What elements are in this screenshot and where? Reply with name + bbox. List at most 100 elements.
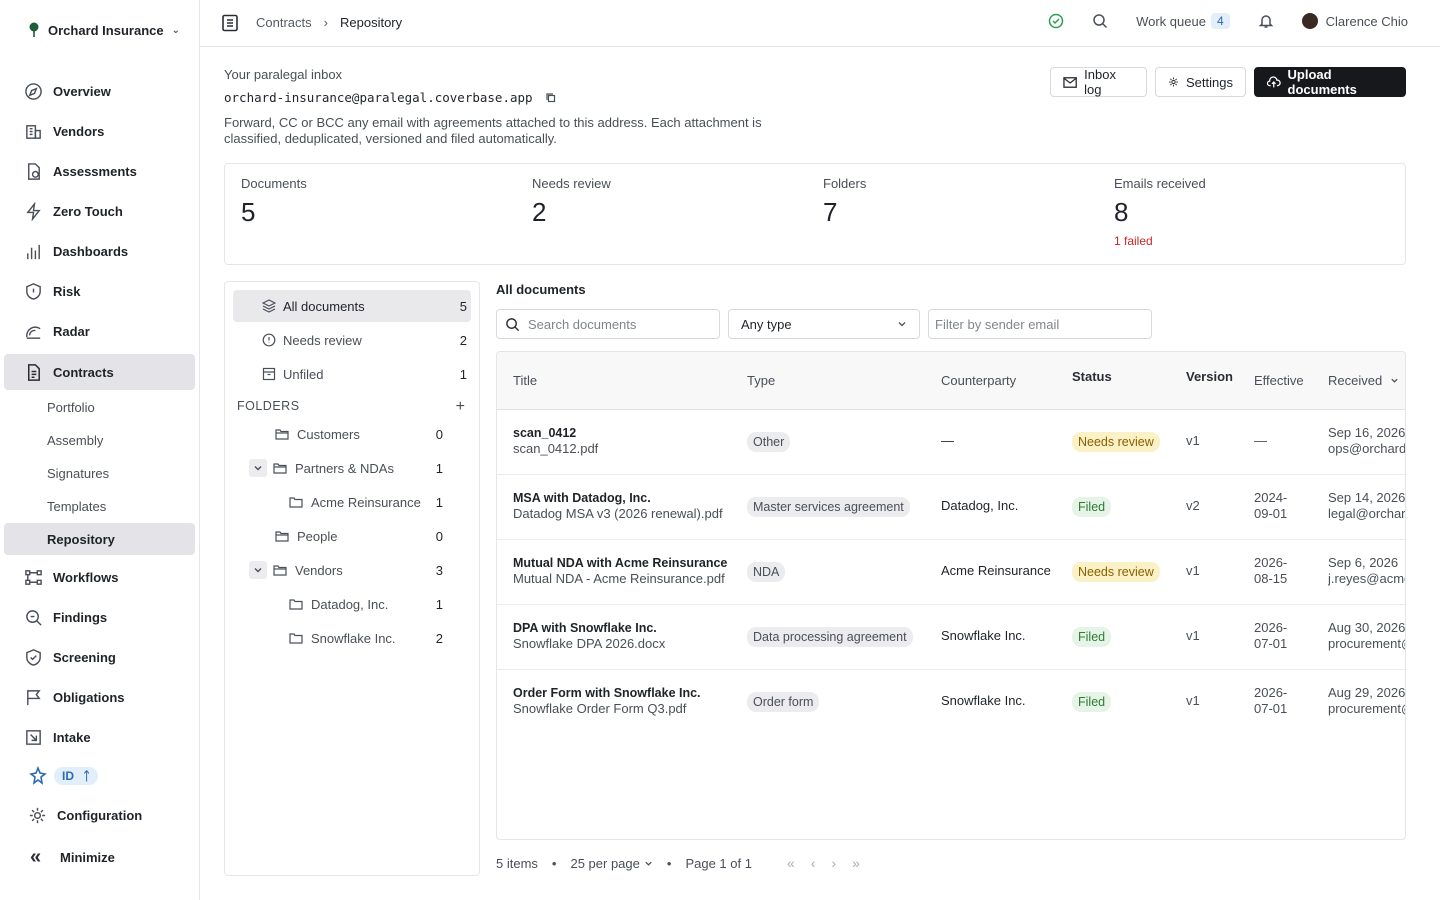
sidebar-toggle-icon[interactable]: [221, 14, 239, 32]
breadcrumb-contracts[interactable]: Contracts: [256, 15, 312, 30]
folder-datadog[interactable]: Datadog, Inc. 1: [233, 588, 447, 620]
doc-counterparty: Snowflake Inc.: [941, 628, 1026, 643]
doc-sender: j.reyes@acme: [1328, 571, 1406, 586]
last-page-icon[interactable]: »: [852, 855, 860, 871]
mail-icon: [1063, 76, 1077, 88]
doc-title[interactable]: DPA with Snowflake Inc.: [513, 620, 743, 636]
chevron-down-icon: ⌄: [171, 24, 180, 36]
table-row[interactable]: Mutual NDA with Acme Reinsurance Mutual N…: [497, 540, 1406, 605]
work-queue-count: 4: [1210, 13, 1230, 29]
doc-received: Aug 29, 2026: [1328, 685, 1406, 700]
table-row[interactable]: DPA with Snowflake Inc. Snowflake DPA 202…: [497, 605, 1405, 670]
sub-templates[interactable]: Templates: [4, 490, 195, 522]
nav-assessments[interactable]: Assessments: [4, 153, 195, 189]
first-page-icon[interactable]: «: [787, 855, 795, 871]
col-type[interactable]: Type: [747, 373, 775, 388]
nav-overview[interactable]: Overview: [4, 73, 195, 109]
user-menu[interactable]: Clarence Chio: [1301, 13, 1408, 29]
col-title[interactable]: Title: [513, 373, 537, 388]
per-page-select[interactable]: 25 per page: [570, 856, 652, 871]
sort-down-icon: [1391, 378, 1398, 383]
col-effective[interactable]: Effective: [1254, 373, 1304, 388]
folder-snowflake[interactable]: Snowflake Inc. 2: [233, 622, 447, 654]
sparkle-icon[interactable]: [28, 766, 48, 786]
stat-label: Needs review: [532, 176, 611, 191]
table-row[interactable]: scan_0412 scan_0412.pdf Other — Needs rev…: [497, 410, 1405, 475]
folder-all-documents[interactable]: All documents 5: [233, 290, 471, 322]
nav-radar[interactable]: Radar: [4, 313, 195, 349]
button-label: Settings: [1186, 74, 1233, 90]
table-row[interactable]: Order Form with Snowflake Inc. Snowflake …: [497, 670, 1406, 735]
chevron-down-icon[interactable]: [249, 459, 267, 477]
page-indicator: Page 1 of 1: [685, 856, 752, 871]
nav-vendors[interactable]: Vendors: [4, 113, 195, 149]
stat-failed-note[interactable]: 1 failed: [1114, 234, 1206, 248]
search-documents-input[interactable]: Search documents: [496, 309, 720, 339]
bell-icon[interactable]: [1258, 13, 1274, 29]
add-folder-button[interactable]: +: [456, 398, 465, 416]
type-select[interactable]: Any type: [728, 309, 920, 339]
nav-findings[interactable]: Findings: [4, 599, 195, 635]
doc-version: v1: [1186, 563, 1200, 578]
button-label: Inbox log: [1084, 67, 1116, 97]
nav-zero-touch[interactable]: Zero Touch: [4, 193, 195, 229]
table-row[interactable]: MSA with Datadog, Inc. Datadog MSA v3 (20…: [497, 475, 1405, 540]
col-version[interactable]: Version: [1186, 369, 1233, 384]
org-switcher[interactable]: Orchard Insurance ⌄: [28, 22, 180, 38]
folder-customers[interactable]: Customers 0: [233, 418, 447, 450]
prev-page-icon[interactable]: ‹: [811, 855, 816, 871]
doc-title[interactable]: Mutual NDA with Acme Reinsurance: [513, 555, 743, 571]
folder-count: 1: [435, 596, 443, 612]
check-circle-icon[interactable]: [1048, 13, 1064, 29]
sub-signatures[interactable]: Signatures: [4, 457, 195, 489]
id-badge-label: ID: [62, 769, 74, 783]
stat-label: Folders: [823, 176, 867, 191]
sub-assembly[interactable]: Assembly: [4, 424, 195, 456]
next-page-icon[interactable]: ›: [831, 855, 836, 871]
folder-count: 2: [459, 332, 467, 348]
nav-screening[interactable]: Screening: [4, 639, 195, 675]
contract-icon: [27, 363, 40, 381]
col-status[interactable]: Status: [1072, 369, 1112, 384]
inbox-description: Forward, CC or BCC any email with agreem…: [224, 115, 762, 146]
folder-vendors[interactable]: Vendors 3: [233, 554, 447, 586]
search-icon[interactable]: [1092, 13, 1108, 29]
folder-people[interactable]: People 0: [233, 520, 447, 552]
nav-dashboards[interactable]: Dashboards: [4, 233, 195, 269]
work-queue-button[interactable]: Work queue 4: [1136, 13, 1230, 29]
doc-title[interactable]: scan_0412: [513, 425, 737, 441]
upload-documents-button[interactable]: Upload documents: [1254, 67, 1406, 97]
sender-email-filter[interactable]: Filter by sender email: [928, 309, 1152, 339]
settings-button[interactable]: Settings: [1155, 67, 1246, 97]
folder-acme-reinsurance[interactable]: Acme Reinsurance 1: [233, 486, 447, 518]
nav-label: Configuration: [57, 807, 143, 823]
nav-obligations[interactable]: Obligations: [4, 679, 195, 715]
folder-needs-review[interactable]: Needs review 2: [233, 324, 471, 356]
nav-label: Risk: [53, 283, 81, 299]
inbox-log-button[interactable]: Inbox log: [1050, 67, 1147, 97]
nav-intake[interactable]: Intake: [4, 719, 195, 755]
id-badge[interactable]: ID ᛏ: [54, 767, 99, 785]
copy-icon[interactable]: [545, 92, 557, 104]
doc-title[interactable]: MSA with Datadog, Inc.: [513, 490, 743, 506]
gear-icon: [1169, 77, 1178, 87]
folder-partners-ndas[interactable]: Partners & NDAs 1: [233, 452, 447, 484]
nav-configuration[interactable]: Configuration: [4, 797, 195, 833]
col-received[interactable]: Received: [1328, 373, 1399, 388]
folder-unfiled[interactable]: Unfiled 1: [233, 358, 471, 390]
sub-portfolio[interactable]: Portfolio: [4, 391, 195, 423]
search-icon: [506, 317, 520, 331]
nav-label: Dashboards: [53, 243, 129, 259]
doc-filename: Datadog MSA v3 (2026 renewal).pdf: [513, 506, 723, 521]
sub-repository[interactable]: Repository: [4, 523, 195, 555]
chevron-down-icon[interactable]: [249, 561, 267, 579]
nav-contracts[interactable]: Contracts: [4, 354, 195, 390]
table-header: Title Type Counterparty Status Version E…: [497, 352, 1405, 410]
header-actions: Work queue 4 Clarence Chio: [1048, 13, 1408, 29]
minimize-button[interactable]: « Minimize: [4, 839, 195, 875]
nav-risk[interactable]: Risk: [4, 273, 195, 309]
nav-label: Minimize: [60, 849, 115, 865]
nav-workflows[interactable]: Workflows: [4, 559, 195, 595]
col-counterparty[interactable]: Counterparty: [941, 373, 1016, 388]
doc-title[interactable]: Order Form with Snowflake Inc.: [513, 685, 743, 701]
